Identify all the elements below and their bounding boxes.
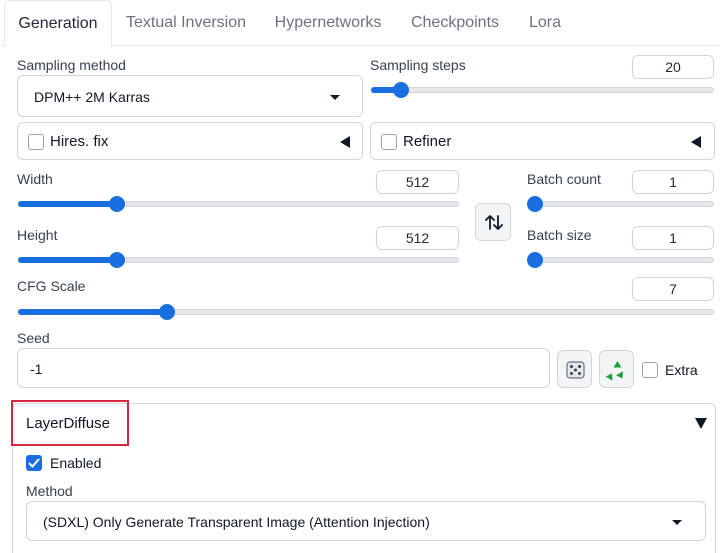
- tab-lora[interactable]: Lora: [520, 0, 570, 46]
- tab-generation[interactable]: Generation: [4, 0, 112, 47]
- recycle-icon: [605, 361, 623, 381]
- reuse-seed-button[interactable]: [599, 350, 634, 388]
- slider-fill: [18, 201, 118, 207]
- cfg-scale-slider[interactable]: [18, 304, 714, 320]
- tab-textual-inversion[interactable]: Textual Inversion: [118, 0, 254, 46]
- layerdiffuse-title[interactable]: LayerDiffuse: [26, 415, 110, 432]
- triangle-down-icon[interactable]: [695, 418, 707, 429]
- sampling-method-dropdown[interactable]: DPM++ 2M Karras: [17, 75, 363, 117]
- hires-fix-checkbox[interactable]: [28, 134, 44, 150]
- extra-seed-checkbox[interactable]: [642, 362, 658, 378]
- hires-fix-panel[interactable]: Hires. fix: [17, 122, 363, 160]
- slider-track: [527, 201, 714, 207]
- seed-value: -1: [30, 361, 43, 377]
- layerdiffuse-method-value: (SDXL) Only Generate Transparent Image (…: [43, 514, 430, 530]
- slider-thumb[interactable]: [109, 252, 126, 268]
- cfg-scale-input[interactable]: 7: [632, 277, 714, 301]
- slider-thumb[interactable]: [109, 196, 126, 212]
- triangle-left-icon[interactable]: [691, 136, 701, 148]
- random-seed-button[interactable]: [557, 350, 592, 388]
- slider-track: [371, 87, 714, 93]
- seed-label: Seed: [17, 330, 50, 346]
- batch-count-input[interactable]: 1: [632, 170, 714, 194]
- triangle-left-icon[interactable]: [340, 136, 350, 148]
- slider-track: [527, 257, 714, 263]
- slider-fill: [18, 309, 167, 315]
- sampling-method-value: DPM++ 2M Karras: [34, 89, 150, 105]
- tab-checkpoints[interactable]: Checkpoints: [402, 0, 508, 46]
- slider-thumb[interactable]: [158, 304, 175, 320]
- seed-input[interactable]: -1: [17, 348, 550, 388]
- layerdiffuse-enabled-checkbox[interactable]: [26, 455, 42, 471]
- batch-size-slider[interactable]: [527, 252, 714, 268]
- layerdiffuse-enabled-label: Enabled: [50, 455, 102, 471]
- width-label: Width: [17, 171, 53, 187]
- slider-thumb[interactable]: [527, 196, 543, 212]
- batch-count-label: Batch count: [527, 171, 601, 187]
- swap-arrows-icon: [485, 215, 503, 230]
- sampling-steps-slider[interactable]: [371, 82, 714, 98]
- batch-size-input[interactable]: 1: [632, 226, 714, 250]
- swap-dimensions-button[interactable]: [475, 203, 511, 241]
- slider-thumb[interactable]: [392, 82, 409, 98]
- sampling-method-label: Sampling method: [17, 57, 126, 73]
- tab-bar: Generation Textual Inversion Hypernetwor…: [0, 0, 720, 47]
- height-slider[interactable]: [18, 252, 459, 268]
- slider-thumb[interactable]: [527, 252, 543, 268]
- height-input[interactable]: 512: [376, 226, 459, 250]
- extra-seed-label: Extra: [665, 362, 698, 378]
- slider-fill: [18, 257, 118, 263]
- checkmark-icon: [28, 458, 40, 468]
- layerdiffuse-method-dropdown[interactable]: (SDXL) Only Generate Transparent Image (…: [26, 501, 706, 541]
- tab-hypernetworks[interactable]: Hypernetworks: [266, 0, 390, 46]
- batch-size-label: Batch size: [527, 227, 592, 243]
- dice-icon: [566, 361, 585, 379]
- hires-fix-label: Hires. fix: [50, 133, 109, 150]
- width-slider[interactable]: [18, 196, 459, 212]
- width-input[interactable]: 512: [376, 170, 459, 194]
- chevron-down-icon: [330, 95, 340, 100]
- chevron-down-icon: [672, 520, 682, 525]
- height-label: Height: [17, 227, 58, 243]
- refiner-label: Refiner: [403, 133, 452, 150]
- sampling-steps-input[interactable]: 20: [632, 55, 714, 79]
- refiner-panel[interactable]: Refiner: [370, 122, 715, 160]
- cfg-scale-label: CFG Scale: [17, 278, 86, 294]
- sampling-steps-label: Sampling steps: [370, 57, 466, 73]
- refiner-checkbox[interactable]: [381, 134, 397, 150]
- batch-count-slider[interactable]: [527, 196, 714, 212]
- layerdiffuse-method-label: Method: [26, 483, 73, 499]
